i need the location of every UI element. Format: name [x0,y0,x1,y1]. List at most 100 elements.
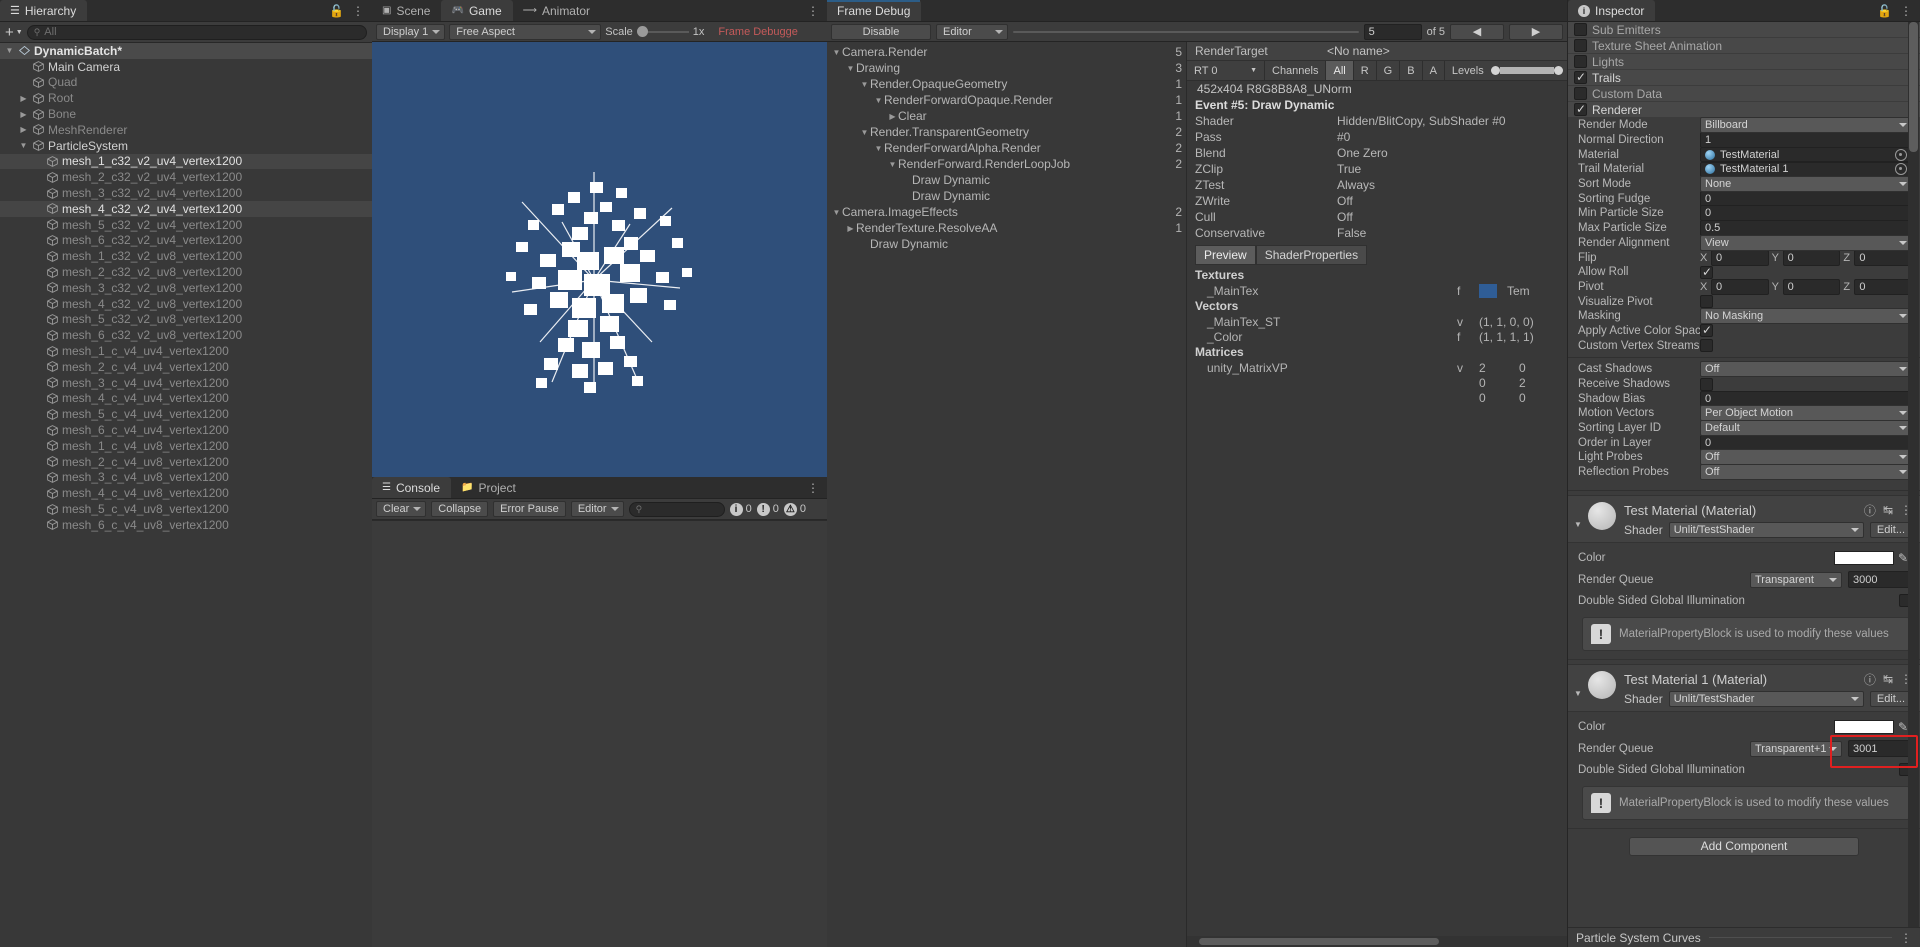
hierarchy-item[interactable]: ▶ Root [0,90,372,106]
pivot-x-input[interactable]: 0 [1711,278,1769,295]
channel-all-button[interactable]: All [1326,61,1354,80]
hierarchy-item[interactable]: ▶ mesh_6_c32_v2_uv4_vertex1200 [0,233,372,249]
tab-hierarchy[interactable]: ☰ Hierarchy [0,0,88,21]
frame-debug-event-slider[interactable] [1013,24,1359,40]
kebab-icon[interactable]: ⋮ [1900,931,1912,945]
hierarchy-item[interactable]: ▶ mesh_6_c_v4_uv8_vertex1200 [0,517,372,533]
hierarchy-item[interactable]: ▶ Main Camera [0,59,372,75]
tab-scene[interactable]: ▣ Scene [372,0,441,21]
color-swatch[interactable] [1834,719,1894,734]
hierarchy-item[interactable]: ▶ mesh_2_c_v4_uv8_vertex1200 [0,454,372,470]
hierarchy-item[interactable]: ▶ mesh_5_c32_v2_uv8_vertex1200 [0,312,372,328]
hierarchy-item[interactable]: ▶ mesh_3_c_v4_uv8_vertex1200 [0,470,372,486]
flip-x-input[interactable]: 0 [1711,249,1769,266]
module-checkbox[interactable] [1574,69,1587,85]
frame-debug-event[interactable]: ▼ Render.OpaqueGeometry 1 [827,76,1186,92]
frame-debug-event[interactable]: ▼ RenderForwardOpaque.Render 1 [827,92,1186,108]
trail-material-object-field[interactable]: TestMaterial 1 [1700,161,1912,177]
frame-debug-event[interactable]: ▼ Camera.ImageEffects 2 [827,204,1186,220]
shadow-bias-input[interactable]: 0 [1700,390,1912,407]
chevron-down-icon[interactable]: ▼ [831,48,842,57]
material-object-field[interactable]: TestMaterial [1700,147,1912,163]
pivot-vector3[interactable]: X0Y0Z0 [1700,278,1913,295]
hierarchy-item[interactable]: ▶ mesh_3_c32_v2_uv4_vertex1200 [0,185,372,201]
receive-shadows-checkbox[interactable] [1700,377,1713,391]
chevron-down-icon[interactable]: ▼ [887,160,898,169]
hierarchy-item[interactable]: ▼ DynamicBatch* [0,43,372,59]
frame-debug-event[interactable]: ▶ Clear 1 [827,108,1186,124]
chevron-right-icon[interactable]: ▶ [845,224,856,233]
channel-r-button[interactable]: R [1354,61,1377,80]
motion-vectors-dropdown[interactable]: Per Object Motion [1700,405,1912,422]
chevron-down-icon[interactable]: ▼ [859,128,870,137]
tab-inspector[interactable]: i Inspector [1568,0,1656,21]
chevron-down-icon[interactable]: ▼ [1574,520,1582,529]
frame-debug-event[interactable]: ▼ Drawing 3 [827,60,1186,76]
hierarchy-item[interactable]: ▶ mesh_3_c32_v2_uv8_vertex1200 [0,280,372,296]
console-error-pause-toggle[interactable]: Error Pause [493,501,566,517]
frame-debug-target-dropdown[interactable]: Editor [936,23,1008,40]
scale-slider[interactable] [636,26,689,37]
hierarchy-search-input[interactable]: ⚲ All [26,24,367,40]
shadow-properties[interactable]: Cast Shadows Off Receive Shadows Shadow Bia… [1568,361,1920,481]
frame-debug-event[interactable]: ▼ RenderForwardAlpha.Render 2 [827,140,1186,156]
renderer-properties[interactable]: Render Mode Billboard Normal Direction 1 Mat… [1568,117,1920,353]
shader-dropdown[interactable]: Unlit/TestShader [1668,521,1864,538]
render-mode-dropdown[interactable]: Billboard [1700,117,1912,134]
tab-animator[interactable]: ⟶ Animator [513,0,601,21]
frame-debug-event-tree[interactable]: ▼ Camera.Render 5 ▼ Drawing 3 ▼ Render.OpaqueGe… [827,42,1187,947]
preview-tab-preview[interactable]: Preview [1195,245,1256,265]
hierarchy-tree[interactable]: ▼ DynamicBatch* ▶ Main Camera ▶ Quad ▶ Root ▶ Bon… [0,43,372,947]
cast-shadows-dropdown[interactable]: Off [1700,361,1912,378]
texture-thumbnail[interactable] [1479,283,1497,298]
shader-edit-button[interactable]: Edit... [1869,690,1912,707]
preview-tab-shaderproperties[interactable]: ShaderProperties [1255,245,1368,265]
chevron-down-icon[interactable]: ▼ [18,141,29,150]
help-icon[interactable]: ⓘ [1864,502,1876,519]
flip-z-input[interactable]: 0 [1854,249,1913,266]
hierarchy-item[interactable]: ▶ mesh_1_c_v4_uv8_vertex1200 [0,438,372,454]
normal-direction-input[interactable]: 1 [1700,132,1912,149]
object-picker-icon[interactable] [1895,148,1907,161]
material-header[interactable]: ▼ Test Material 1 (Material) ⓘ ↹ ⋮ Shader Unli… [1568,663,1920,711]
flip-vector3[interactable]: X0Y0Z0 [1700,249,1913,266]
chevron-right-icon[interactable]: ▶ [18,110,29,119]
frame-debug-event[interactable]: ▼ Render.TransparentGeometry 2 [827,124,1186,140]
chevron-right-icon[interactable]: ▶ [887,112,898,121]
chevron-right-icon[interactable]: ▶ [18,94,29,103]
channel-g-button[interactable]: G [1377,61,1401,80]
inspector-scrollbar[interactable] [1908,22,1919,927]
material-sections[interactable]: ▼ Test Material (Material) ⓘ ↹ ⋮ Shader Unlit/… [1568,494,1920,829]
allow-roll-checkbox[interactable] [1700,264,1713,280]
tab-frame-debug[interactable]: Frame Debug [827,0,922,21]
kebab-icon[interactable]: ⋮ [807,481,819,495]
chevron-down-icon[interactable]: ▼ [1574,689,1582,698]
particle-system-curves-bar[interactable]: Particle System Curves ⋮ [1568,927,1920,947]
frame-debug-event[interactable]: ▼ RenderForward.RenderLoopJob 2 [827,156,1186,172]
aspect-dropdown[interactable]: Free Aspect [449,23,602,40]
shader-edit-button[interactable]: Edit... [1869,521,1912,538]
order-in-layer-input[interactable]: 0 [1700,434,1912,451]
chevron-down-icon[interactable]: ▼ [859,80,870,89]
tab-console[interactable]: ☰ Console [372,477,451,498]
module-checkbox[interactable] [1574,23,1587,36]
hierarchy-item[interactable]: ▶ mesh_4_c32_v2_uv4_vertex1200 [0,200,372,217]
particle-module-row[interactable]: Texture Sheet Animation [1568,38,1920,54]
masking-dropdown[interactable]: No Masking [1700,308,1912,325]
frame-debug-next-button[interactable]: ▶ [1509,23,1563,40]
game-canvas[interactable] [372,42,827,477]
frame-debug-event[interactable]: ▼ Camera.Render 5 [827,44,1186,60]
object-picker-icon[interactable] [1895,163,1907,176]
hierarchy-item[interactable]: ▶ mesh_1_c_v4_uv4_vertex1200 [0,343,372,359]
light-probes-dropdown[interactable]: Off [1700,449,1912,466]
hierarchy-item[interactable]: ▶ mesh_2_c_v4_uv4_vertex1200 [0,359,372,375]
frame-debug-event[interactable]: ▶Draw Dynamic [827,172,1186,188]
frame-debug-event[interactable]: ▶Draw Dynamic [827,188,1186,204]
frame-debug-event-index[interactable]: 5 [1363,23,1422,40]
console-message-list[interactable] [372,520,827,947]
console-clear-button[interactable]: Clear [376,501,427,517]
particle-modules-list[interactable]: Sub Emitters Texture Sheet Animation Light… [1568,22,1920,118]
module-checkbox[interactable] [1574,39,1587,52]
hierarchy-item[interactable]: ▶ MeshRenderer [0,122,372,138]
console-log-count[interactable]: i 0 [729,502,752,516]
